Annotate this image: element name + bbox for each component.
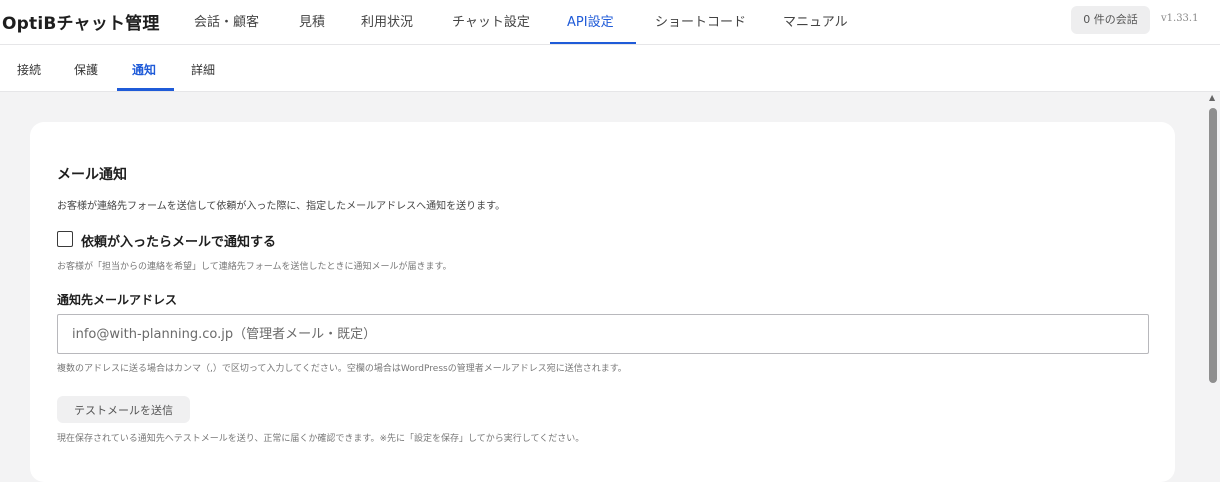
active-nav-indicator	[550, 42, 636, 44]
email-field-help-text: 複数のアドレスに送る場合はカンマ（,）で区切って入力してください。空欄の場合はW…	[57, 364, 627, 374]
settings-card	[30, 122, 1175, 482]
version-label: v1.33.1	[1161, 13, 1199, 24]
scroll-up-arrow-icon[interactable]: ▲	[1209, 94, 1215, 102]
app-title: OptiBチャット管理	[2, 14, 160, 34]
nav-conversations-customers[interactable]: 会話・顧客	[194, 11, 259, 30]
section-title: メール通知	[57, 167, 127, 183]
nav-usage-status[interactable]: 利用状況	[361, 11, 413, 30]
scrollbar-thumb[interactable]	[1209, 108, 1217, 383]
conversation-count-badge[interactable]: 0 件の会話	[1071, 6, 1150, 34]
active-tab-indicator	[117, 88, 174, 91]
tab-notification[interactable]: 通知	[132, 61, 156, 78]
tab-protection[interactable]: 保護	[74, 61, 98, 78]
section-description: お客様が連絡先フォームを送信して依頼が入った際に、指定したメールアドレスへ通知を…	[57, 201, 506, 212]
tab-connection[interactable]: 接続	[17, 61, 41, 78]
email-field-label: 通知先メールアドレス	[57, 293, 178, 307]
nav-shortcode[interactable]: ショートコード	[655, 11, 746, 30]
notification-email-input[interactable]	[57, 314, 1149, 354]
nav-chat-settings[interactable]: チャット設定	[452, 11, 530, 30]
nav-estimates[interactable]: 見積	[299, 11, 325, 30]
send-test-email-button[interactable]: テストメールを送信	[57, 396, 190, 423]
test-email-help-text: 現在保存されている通知先へテストメールを送り、正常に届くか確認できます。※先に「…	[57, 434, 585, 444]
nav-manual[interactable]: マニュアル	[783, 11, 848, 30]
sub-tab-bar: 接続 保護 通知 詳細	[0, 45, 1220, 92]
nav-api-settings[interactable]: API設定	[567, 11, 614, 30]
email-notify-checkbox-label[interactable]: 依頼が入ったらメールで通知する	[81, 231, 276, 250]
tab-details[interactable]: 詳細	[191, 61, 215, 78]
checkbox-help-text: お客様が「担当からの連絡を希望」して連絡先フォームを送信したときに通知メールが届…	[57, 262, 452, 272]
email-notify-checkbox[interactable]	[57, 231, 73, 247]
top-navigation-bar: OptiBチャット管理 会話・顧客 見積 利用状況 チャット設定 API設定 シ…	[0, 0, 1220, 45]
